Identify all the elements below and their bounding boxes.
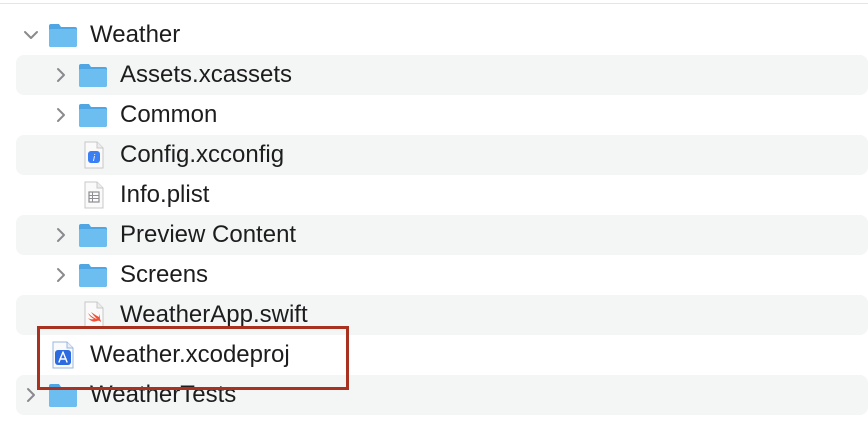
list-item-common[interactable]: Common bbox=[16, 95, 868, 135]
item-label: Info.plist bbox=[120, 181, 210, 208]
item-label: WeatherTests bbox=[90, 381, 237, 408]
item-label: Common bbox=[120, 101, 218, 128]
item-label: Preview Content bbox=[120, 221, 297, 248]
plist-file-icon bbox=[84, 181, 104, 209]
xcodeproj-icon bbox=[52, 341, 74, 369]
item-label: Assets.xcassets bbox=[120, 61, 293, 88]
folder-icon bbox=[79, 224, 107, 247]
chevron-right-icon[interactable] bbox=[22, 386, 40, 404]
item-label: Weather.xcodeproj bbox=[90, 341, 290, 368]
item-label: Weather bbox=[90, 21, 181, 48]
swift-file-icon bbox=[84, 301, 104, 329]
folder-icon bbox=[79, 264, 107, 287]
list-item-preview-content[interactable]: Preview Content bbox=[16, 215, 868, 255]
folder-icon bbox=[49, 24, 77, 47]
list-item-weathertests[interactable]: WeatherTests bbox=[16, 375, 868, 415]
chevron-right-icon[interactable] bbox=[52, 266, 70, 284]
folder-icon bbox=[79, 64, 107, 87]
item-label: Screens bbox=[120, 261, 209, 288]
finder-list-view: Weather Assets.xcassets Common i Config.… bbox=[0, 0, 868, 444]
top-divider bbox=[0, 3, 868, 4]
list-item-info-plist[interactable]: Info.plist bbox=[16, 175, 868, 215]
chevron-right-icon[interactable] bbox=[52, 226, 70, 244]
list-item-weatherapp-swift[interactable]: WeatherApp.swift bbox=[16, 295, 868, 335]
chevron-right-icon[interactable] bbox=[52, 106, 70, 124]
item-label: Config.xcconfig bbox=[120, 141, 285, 168]
chevron-down-icon[interactable] bbox=[22, 26, 40, 44]
list-item-weather-xcodeproj[interactable]: Weather.xcodeproj bbox=[16, 335, 868, 375]
list-item-weather[interactable]: Weather bbox=[16, 15, 868, 55]
chevron-right-icon[interactable] bbox=[52, 66, 70, 84]
item-label: WeatherApp.swift bbox=[120, 301, 308, 328]
list-item-assets[interactable]: Assets.xcassets bbox=[16, 55, 868, 95]
list-item-screens[interactable]: Screens bbox=[16, 255, 868, 295]
list-item-config[interactable]: i Config.xcconfig bbox=[16, 135, 868, 175]
folder-icon bbox=[79, 104, 107, 127]
folder-icon bbox=[49, 384, 77, 407]
xcconfig-file-icon: i bbox=[84, 141, 104, 169]
